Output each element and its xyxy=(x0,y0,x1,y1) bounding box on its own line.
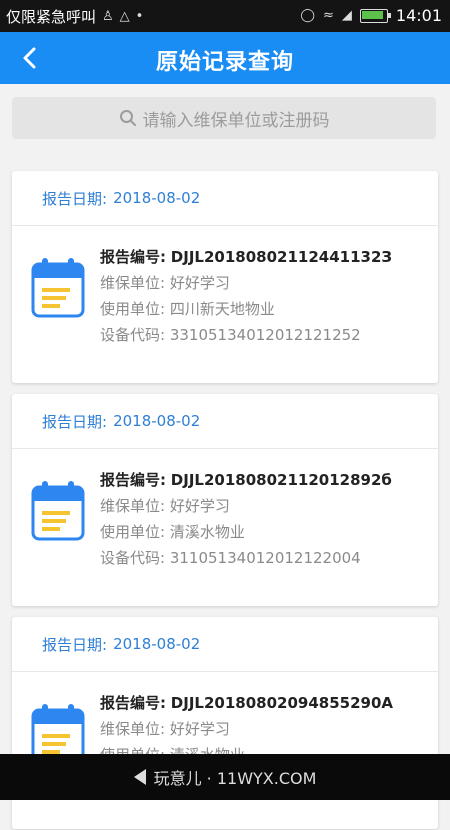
user-unit-value: 四川新天地物业 xyxy=(169,300,275,318)
device-code-label: 设备代码: xyxy=(100,326,166,344)
report-number-label: 报告编号: xyxy=(100,471,166,489)
device-code-value: 33105134012012121252 xyxy=(169,326,361,344)
report-date-label: 报告日期: xyxy=(42,412,108,431)
maintenance-unit-value: 好好学习 xyxy=(169,497,230,515)
maintenance-unit-label: 维保单位: xyxy=(100,497,166,515)
alarm-icon: ◯ xyxy=(300,8,315,23)
report-number-row: 报告编号: DJJL20180802094855290A xyxy=(100,690,393,716)
wifi-icon: ≈ xyxy=(322,8,334,23)
search-placeholder: 请输入维保单位或注册码 xyxy=(142,110,330,131)
report-number-value: DJJL20180802094855290A xyxy=(170,694,393,712)
device-code-row: 设备代码: 33105134012012121252 xyxy=(100,322,392,348)
report-number-value: DJJL20180802112441132З xyxy=(170,248,393,266)
battery-icon xyxy=(359,8,391,23)
report-number-row: 报告编号: DJJL20180802112012892б xyxy=(100,467,392,493)
report-date-row: 报告日期: 2018-08-02 xyxy=(12,171,438,226)
record-card[interactable]: 报告日期: 2018-08-02 报告编号: DJJL2018080211201… xyxy=(12,394,438,606)
user-unit-row: 使用单位: 四川新天地物业 xyxy=(100,296,392,322)
wifi-icon: • xyxy=(135,9,144,24)
maintenance-unit-label: 维保单位: xyxy=(100,274,166,292)
warning-icon: △ xyxy=(119,9,130,24)
maintenance-unit-label: 维保单位: xyxy=(100,720,166,738)
report-number-label: 报告编号: xyxy=(100,248,166,266)
report-date-row: 报告日期: 2018-08-02 xyxy=(12,394,438,449)
maintenance-unit-value: 好好学习 xyxy=(169,720,230,738)
clock-text: 14:01 xyxy=(395,6,442,25)
device-code-row: 设备代码: 31105134012012122004 xyxy=(100,545,392,571)
maintenance-unit-row: 维保单位: 好好学习 xyxy=(100,716,393,742)
maintenance-unit-row: 维保单位: 好好学习 xyxy=(100,270,392,296)
device-code-label: 设备代码: xyxy=(100,549,166,567)
nav-back-icon[interactable] xyxy=(133,769,146,785)
person-icon: ♙ xyxy=(102,9,114,24)
calendar-icon xyxy=(31,481,85,541)
search-icon xyxy=(119,109,137,127)
report-date-value: 2018-08-02 xyxy=(113,635,201,653)
calendar-icon xyxy=(31,258,85,318)
user-unit-label: 使用单位: xyxy=(100,523,166,541)
page-title: 原始记录查询 xyxy=(155,50,294,75)
report-date-label: 报告日期: xyxy=(42,635,108,654)
user-unit-row: 使用单位: 清溪水物业 xyxy=(100,519,392,545)
report-number-value: DJJL20180802112012892б xyxy=(170,471,392,489)
report-date-label: 报告日期: xyxy=(42,189,108,208)
report-number-row: 报告编号: DJJL20180802112441132З xyxy=(100,244,392,270)
system-nav-bar: 玩意儿 · 11WYX.COM xyxy=(0,754,450,800)
report-date-value: 2018-08-02 xyxy=(113,189,201,207)
maintenance-unit-value: 好好学习 xyxy=(169,274,230,292)
user-unit-label: 使用单位: xyxy=(100,300,166,318)
signal-icon: ◢ xyxy=(341,8,352,23)
user-unit-value: 清溪水物业 xyxy=(169,523,245,541)
maintenance-unit-row: 维保单位: 好好学习 xyxy=(100,493,392,519)
search-input[interactable]: 请输入维保单位或注册码 xyxy=(12,97,436,139)
watermark-text: 玩意儿 · 11WYX.COM xyxy=(153,769,317,788)
record-card[interactable]: 报告日期: 2018-08-02 报告编号: DJJL2018080211244… xyxy=(12,171,438,383)
device-code-value: 31105134012012122004 xyxy=(169,549,361,567)
carrier-text: 仅限紧急呼叫 xyxy=(6,8,97,26)
report-date-value: 2018-08-02 xyxy=(113,412,201,430)
report-number-label: 报告编号: xyxy=(100,694,166,712)
status-bar: 仅限紧急呼叫 ♙ △ • ◯ ≈ ◢ 14:01 xyxy=(0,0,450,32)
app-bar: 原始记录查询 xyxy=(0,32,450,84)
report-date-row: 报告日期: 2018-08-02 xyxy=(12,617,438,672)
